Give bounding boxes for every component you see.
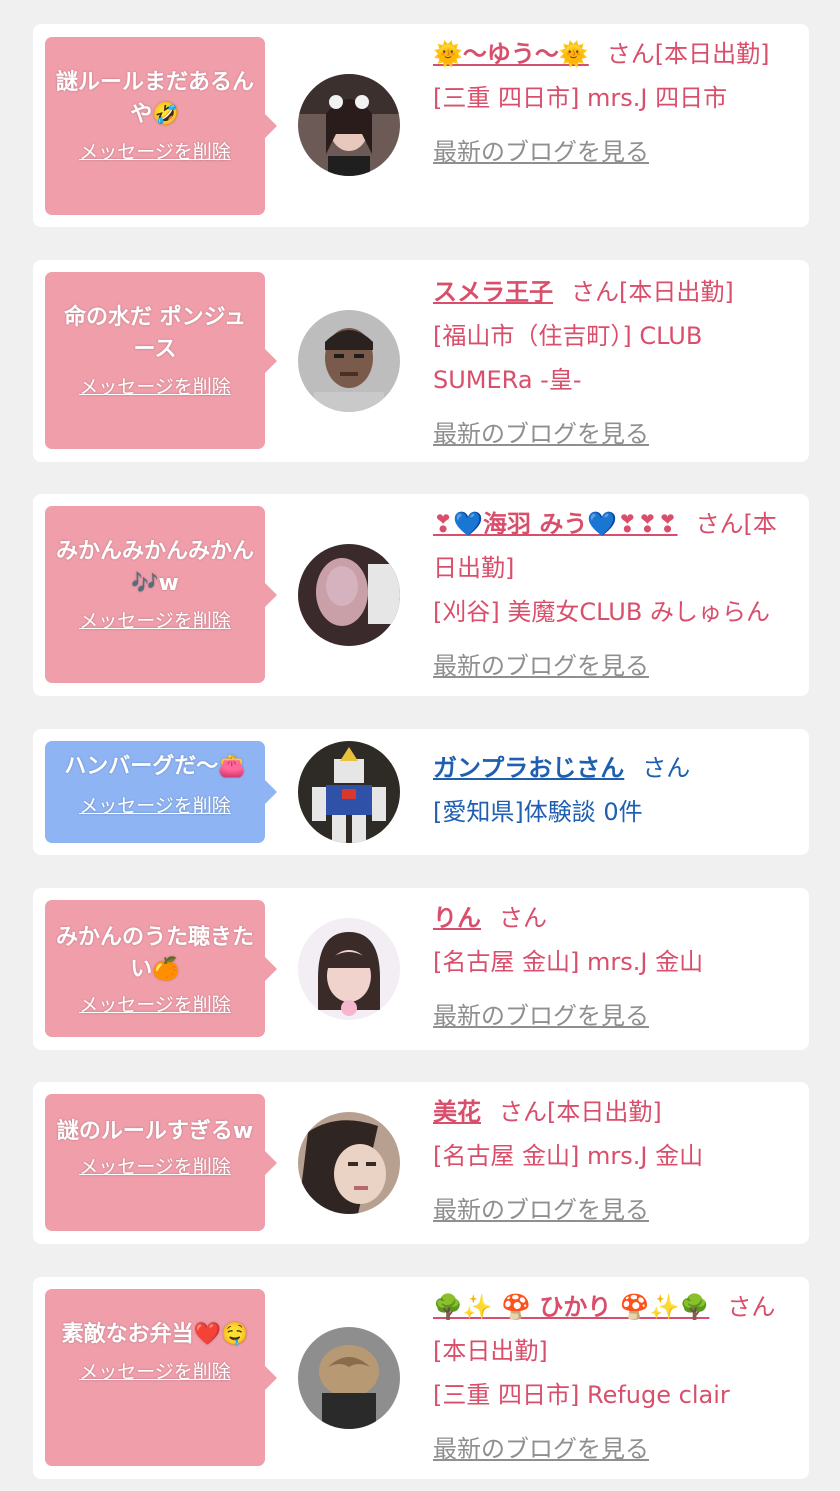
message-bubble: みかんのうた聴きたい🍊 メッセージを削除: [45, 900, 265, 1037]
user-name-link[interactable]: スメラ王子: [433, 278, 553, 306]
message-text: 素敵なお弁当❤️🤤: [61, 1322, 249, 1347]
user-info: 🌳✨ 🍄 ひかり 🍄✨🌳 さん[本日出勤] [三重 四日市] Refuge cla…: [433, 1285, 793, 1471]
user-info: スメラ王子 さん[本日出勤] [福山市（住吉町）] CLUB SUMERa -皇-…: [433, 270, 793, 456]
message-bubble: 命の水だ ポンジュース メッセージを削除: [45, 272, 265, 449]
view-blog-link[interactable]: 最新のブログを見る: [433, 412, 793, 456]
hair-back-avatar[interactable]: [298, 1327, 400, 1429]
user-name-link[interactable]: ガンプラおじさん: [433, 754, 624, 782]
message-text: 謎のルールすぎるw: [56, 1119, 254, 1144]
shop-label: [名古屋 金山] mrs.J 金山: [433, 1142, 704, 1170]
message-bubble: 謎ルールまだあるんや🤣 メッセージを削除: [45, 37, 265, 215]
user-name-link[interactable]: りん: [433, 904, 481, 932]
user-suffix: さん: [499, 904, 547, 932]
delete-message-link[interactable]: メッセージを削除: [79, 139, 231, 165]
user-name-link[interactable]: ❣💙海羽 みう💙❣❣❣: [433, 510, 678, 538]
shop-label: [福山市（住吉町）] CLUB SUMERa -皇-: [433, 322, 703, 394]
user-info: ❣💙海羽 みう💙❣❣❣ さん[本日出勤] [刈谷] 美魔女CLUB みしゅらん 最…: [433, 502, 793, 688]
user-suffix: さん[本日出勤]: [571, 278, 734, 306]
user-info: 🌞〜ゆう〜🌞 さん[本日出勤] [三重 四日市] mrs.J 四日市 最新のブログ…: [433, 32, 793, 174]
message-bubble: 謎のルールすぎるw メッセージを削除: [45, 1094, 265, 1231]
shop-label: [三重 四日市] mrs.J 四日市: [433, 84, 728, 112]
user-info: りん さん [名古屋 金山] mrs.J 金山 最新のブログを見る: [433, 896, 793, 1038]
delete-message-link[interactable]: メッセージを削除: [79, 992, 231, 1018]
woman-closeup-avatar[interactable]: [298, 1112, 400, 1214]
message-card: みかんみかんみかん🎶w メッセージを削除 ❣💙海羽 みう💙❣❣❣ さん[本日出勤]…: [33, 494, 809, 696]
shop-label: [愛知県]体験談 0件: [433, 798, 643, 826]
woman-cat-filter-avatar[interactable]: [298, 74, 400, 176]
message-card: 命の水だ ポンジュース メッセージを削除 スメラ王子 さん[本日出勤] [福山市（…: [33, 260, 809, 462]
message-text: ハンバーグだ〜👛: [64, 754, 246, 779]
delete-message-link[interactable]: メッセージを削除: [79, 793, 231, 819]
message-text: みかんのうた聴きたい🍊: [55, 925, 254, 982]
delete-message-link[interactable]: メッセージを削除: [79, 1154, 231, 1180]
message-bubble: 素敵なお弁当❤️🤤 メッセージを削除: [45, 1289, 265, 1466]
message-text: 謎ルールまだあるんや🤣: [55, 70, 254, 127]
woman-bangs-avatar[interactable]: [298, 918, 400, 1020]
message-card: ハンバーグだ〜👛 メッセージを削除 ガンプラおじさん さん [愛知県]体験談 0件: [33, 729, 809, 855]
user-suffix: さん: [642, 754, 691, 782]
user-suffix: さん[本日出勤]: [606, 40, 770, 68]
user-name-link[interactable]: 美花: [433, 1098, 481, 1126]
shop-label: [刈谷] 美魔女CLUB みしゅらん: [433, 598, 770, 626]
view-blog-link[interactable]: 最新のブログを見る: [433, 994, 793, 1038]
message-card: 謎ルールまだあるんや🤣 メッセージを削除 🌞〜ゆう〜🌞 さん[本日出勤] [三重 …: [33, 24, 809, 227]
view-blog-link[interactable]: 最新のブログを見る: [433, 644, 793, 688]
message-card: 謎のルールすぎるw メッセージを削除 美花 さん[本日出勤] [名古屋 金山] m…: [33, 1082, 809, 1244]
robot-model-avatar[interactable]: [298, 741, 400, 843]
delete-message-link[interactable]: メッセージを削除: [79, 374, 231, 400]
view-blog-link[interactable]: 最新のブログを見る: [433, 130, 793, 174]
user-name-link[interactable]: 🌞〜ゆう〜🌞: [433, 40, 589, 68]
man-face-avatar[interactable]: [298, 310, 400, 412]
user-info: ガンプラおじさん さん [愛知県]体験談 0件: [433, 746, 793, 834]
message-card: 素敵なお弁当❤️🤤 メッセージを削除 🌳✨ 🍄 ひかり 🍄✨🌳 さん[本日出勤] …: [33, 1277, 809, 1479]
user-info: 美花 さん[本日出勤] [名古屋 金山] mrs.J 金山 最新のブログを見る: [433, 1090, 793, 1232]
blurred-woman-avatar[interactable]: [298, 544, 400, 646]
view-blog-link[interactable]: 最新のブログを見る: [433, 1427, 793, 1471]
shop-label: [三重 四日市] Refuge clair: [433, 1381, 730, 1409]
message-bubble: ハンバーグだ〜👛 メッセージを削除: [45, 741, 265, 843]
message-list: 謎ルールまだあるんや🤣 メッセージを削除 🌞〜ゆう〜🌞 さん[本日出勤] [三重 …: [0, 0, 840, 1491]
delete-message-link[interactable]: メッセージを削除: [79, 608, 231, 634]
shop-label: [名古屋 金山] mrs.J 金山: [433, 948, 704, 976]
message-card: みかんのうた聴きたい🍊 メッセージを削除 りん さん [名古屋 金山] mrs.J…: [33, 888, 809, 1050]
user-name-link[interactable]: 🌳✨ 🍄 ひかり 🍄✨🌳: [433, 1293, 709, 1321]
user-suffix: さん[本日出勤]: [499, 1098, 662, 1126]
message-text: 命の水だ ポンジュース: [63, 305, 247, 362]
message-bubble: みかんみかんみかん🎶w メッセージを削除: [45, 506, 265, 683]
view-blog-link[interactable]: 最新のブログを見る: [433, 1188, 793, 1232]
delete-message-link[interactable]: メッセージを削除: [79, 1359, 231, 1385]
message-text: みかんみかんみかん🎶w: [55, 539, 254, 596]
